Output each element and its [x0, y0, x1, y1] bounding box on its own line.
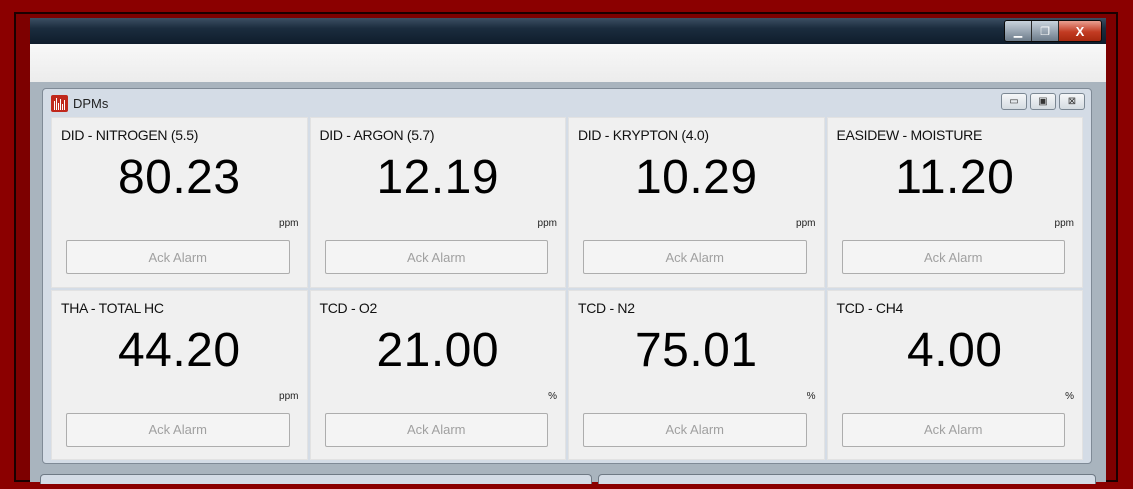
child-window-title: DPMs	[73, 95, 109, 111]
tile-label: TCD - CH4	[836, 299, 904, 316]
dpm-child-window: DPMs ▭ ▣ ⊠ DID - NITROGEN (5.5) 80.23 pp…	[42, 88, 1092, 464]
ack-alarm-button[interactable]: Ack Alarm	[324, 240, 548, 274]
tile-unit: ppm	[1054, 218, 1074, 229]
dpm-tile: EASIDEW - MOISTURE 11.20 ppm Ack Alarm	[826, 117, 1083, 288]
ack-alarm-button[interactable]: Ack Alarm	[583, 240, 807, 274]
dpm-tile-grid: DID - NITROGEN (5.5) 80.23 ppm Ack Alarm…	[51, 117, 1083, 460]
child-window-controls: ▭ ▣ ⊠	[1001, 93, 1085, 110]
ack-alarm-button[interactable]: Ack Alarm	[841, 240, 1065, 274]
child-close-button[interactable]: ⊠	[1059, 93, 1085, 110]
tile-label: TCD - O2	[319, 299, 378, 316]
restore-button[interactable]: ❐	[1032, 21, 1059, 41]
lower-child-window-right[interactable]	[598, 474, 1096, 484]
tile-unit: %	[548, 390, 557, 402]
close-icon: X	[1075, 23, 1085, 39]
bar-chart-icon	[51, 94, 68, 112]
restore-icon: ❐	[1040, 25, 1050, 38]
dpm-tile: TCD - CH4 4.00 % Ack Alarm	[826, 289, 1083, 460]
minimize-icon: ▭	[1009, 96, 1019, 107]
ack-alarm-button[interactable]: Ack Alarm	[583, 412, 807, 447]
tile-value: 10.29	[634, 151, 758, 204]
tile-value: 75.01	[634, 323, 758, 377]
tile-unit: ppm	[279, 218, 299, 229]
tile-value: 21.00	[376, 323, 500, 377]
dpm-tile: DID - NITROGEN (5.5) 80.23 ppm Ack Alarm	[51, 117, 308, 288]
tile-label: DID - ARGON (5.7)	[319, 127, 435, 143]
child-window-titlebar: DPMs	[51, 93, 108, 113]
minimize-button[interactable]: ▁	[1005, 21, 1032, 41]
tile-value: 44.20	[117, 323, 241, 377]
window-titlebar: ▁ ❐ X	[30, 18, 1106, 44]
close-button[interactable]: X	[1059, 21, 1101, 41]
tile-label: DID - KRYPTON (4.0)	[578, 127, 709, 143]
child-restore-button[interactable]: ▣	[1030, 93, 1056, 110]
tile-label: EASIDEW - MOISTURE	[836, 127, 983, 143]
ack-alarm-button[interactable]: Ack Alarm	[66, 240, 290, 274]
tile-value: 4.00	[907, 323, 1003, 377]
tile-unit: %	[806, 390, 816, 402]
dpm-tile: TCD - O2 21.00 % Ack Alarm	[309, 289, 566, 460]
toolbar-area	[30, 44, 1106, 83]
ack-alarm-button[interactable]: Ack Alarm	[324, 412, 548, 447]
ack-alarm-button[interactable]: Ack Alarm	[66, 412, 290, 447]
lower-child-window-left[interactable]	[40, 474, 592, 484]
window-controls: ▁ ❐ X	[1004, 20, 1102, 42]
dpm-tile: DID - ARGON (5.7) 12.19 ppm Ack Alarm	[309, 117, 566, 288]
tile-label: TCD - N2	[578, 299, 635, 316]
child-minimize-button[interactable]: ▭	[1001, 93, 1027, 110]
tile-unit: %	[1065, 390, 1074, 402]
tile-value: 12.19	[376, 151, 500, 204]
tile-label: THA - TOTAL HC	[61, 299, 164, 316]
dpm-tile: TCD - N2 75.01 % Ack Alarm	[568, 289, 825, 460]
minimize-icon: ▁	[1013, 25, 1023, 38]
tile-value: 80.23	[117, 151, 241, 204]
tile-unit: ppm	[279, 390, 299, 402]
tile-unit: ppm	[796, 218, 816, 229]
tile-unit: ppm	[537, 218, 557, 229]
dpm-tile: THA - TOTAL HC 44.20 ppm Ack Alarm	[51, 289, 308, 460]
dpm-tile: DID - KRYPTON (4.0) 10.29 ppm Ack Alarm	[568, 117, 825, 288]
restore-icon: ▣	[1038, 96, 1048, 107]
tile-label: DID - NITROGEN (5.5)	[61, 127, 199, 143]
ack-alarm-button[interactable]: Ack Alarm	[841, 412, 1065, 447]
tile-value: 11.20	[895, 151, 1015, 204]
close-icon: ⊠	[1067, 96, 1077, 107]
